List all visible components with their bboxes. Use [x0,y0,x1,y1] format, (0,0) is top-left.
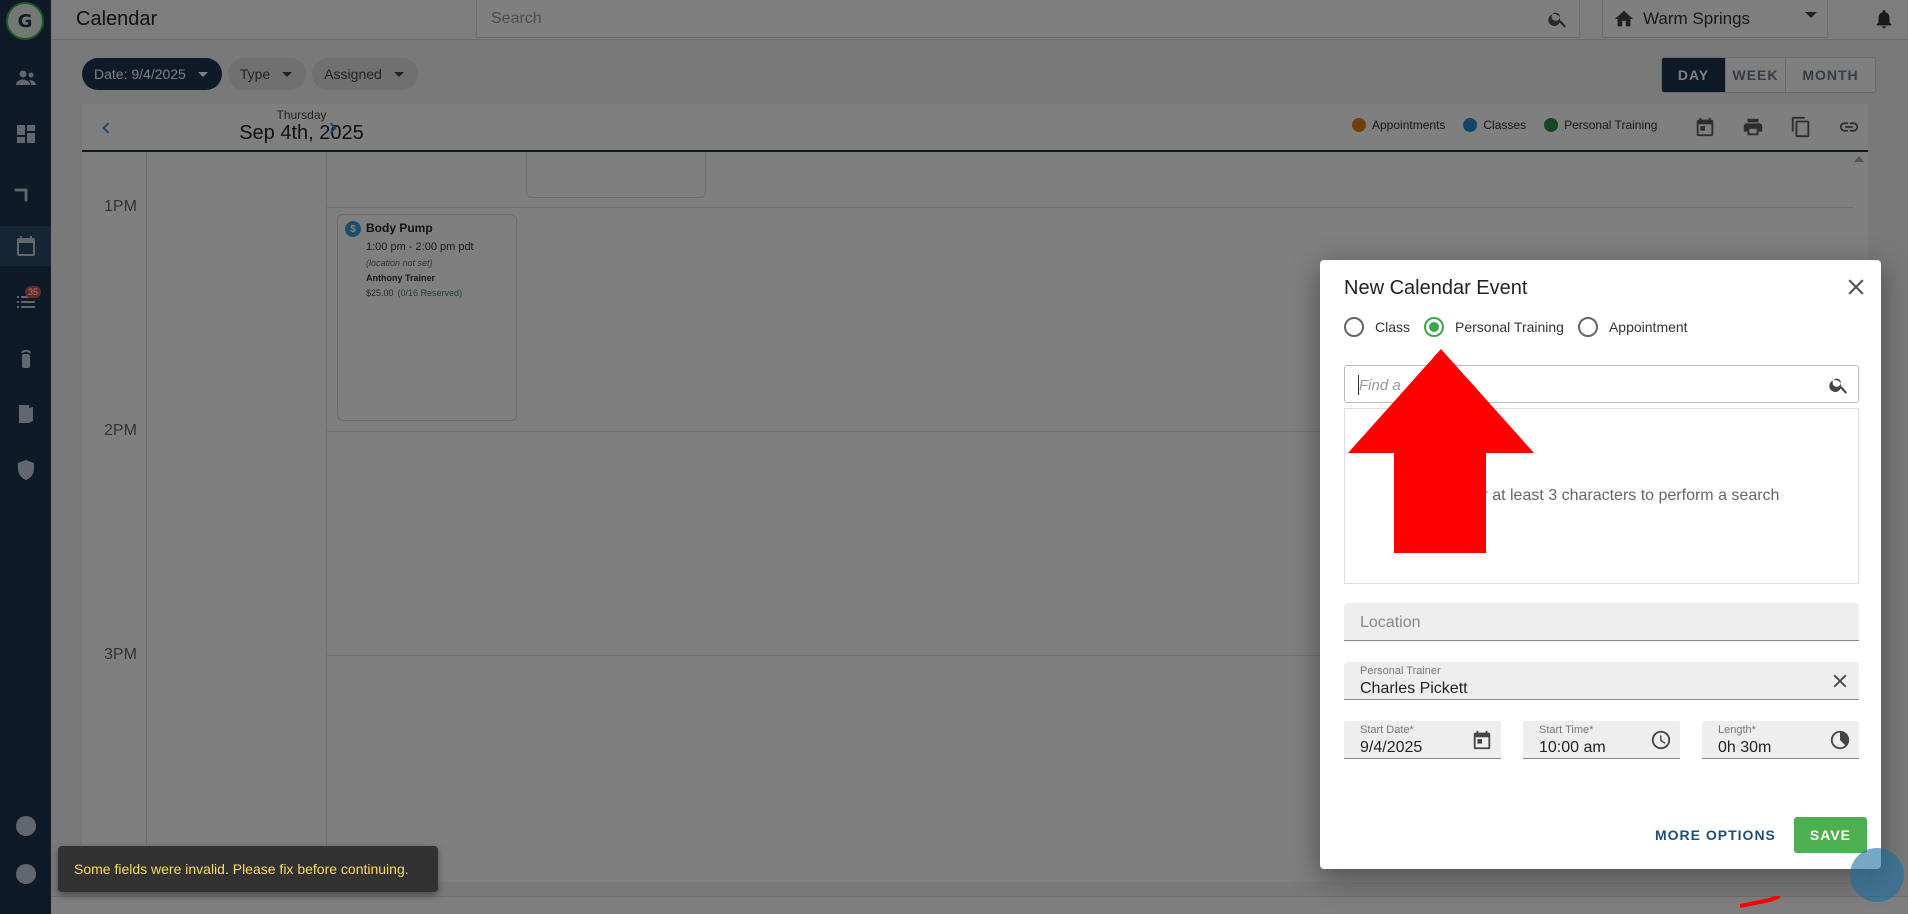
personal-trainer-value: Charles Pickett [1360,680,1468,697]
radio-label: Class [1375,319,1411,335]
radio-circle [1577,317,1598,337]
start-date-field[interactable]: Start Date* 9/4/2025 [1344,721,1501,759]
calendar-icon[interactable] [1471,729,1493,751]
radio-label: Appointment [1608,319,1688,335]
start-time-value: 10:00 am [1539,739,1606,756]
annotation-arrow-icon [1348,349,1534,553]
error-snackbar: Some fields were invalid. Please fix bef… [58,846,438,892]
timelapse-icon[interactable] [1829,729,1851,751]
dialog-actions: MORE OPTIONS SAVE [1649,817,1867,853]
search-icon[interactable] [1828,374,1850,396]
radio-circle [1344,317,1364,337]
radio-appointment[interactable]: Appointment [1577,317,1688,337]
close-dialog-button[interactable] [1843,274,1869,300]
length-field[interactable]: Length* 0h 30m [1702,721,1859,759]
close-icon [1848,279,1864,295]
event-type-radio-group: Class Personal Training Appointment [1344,317,1702,337]
start-time-label: Start Time* [1539,724,1594,736]
start-date-label: Start Date* [1360,724,1414,736]
location-field[interactable]: Location [1344,603,1859,641]
more-options-button[interactable]: MORE OPTIONS [1649,819,1782,851]
clear-icon[interactable] [1829,670,1851,692]
length-label: Length* [1718,724,1756,736]
start-date-value: 9/4/2025 [1360,739,1423,756]
radio-circle [1424,317,1445,337]
radio-personal-training[interactable]: Personal Training [1424,317,1564,337]
radio-label: Personal Training [1455,319,1564,335]
clock-icon[interactable] [1650,729,1672,751]
location-placeholder: Location [1360,614,1421,631]
save-button[interactable]: SAVE [1793,817,1867,853]
start-time-field[interactable]: Start Time* 10:00 am [1523,721,1680,759]
annotation-mark-icon [1740,896,1780,908]
chat-fab-button[interactable] [1850,848,1904,902]
dialog-title: New Calendar Event [1344,277,1528,299]
length-value: 0h 30m [1718,739,1772,756]
personal-trainer-field[interactable]: Personal Trainer Charles Pickett [1344,662,1859,700]
radio-class[interactable]: Class [1344,317,1410,337]
personal-trainer-label: Personal Trainer [1360,665,1441,677]
